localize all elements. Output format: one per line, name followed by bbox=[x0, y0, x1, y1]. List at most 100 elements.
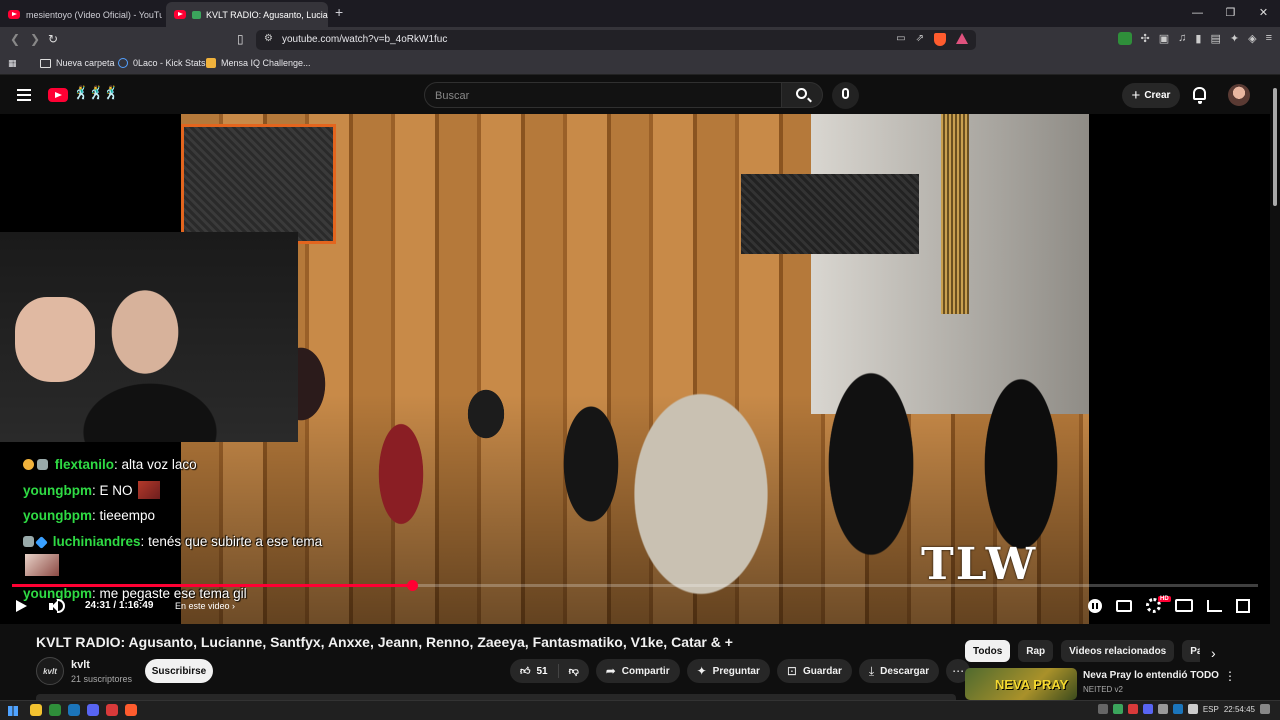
like-dislike-group: 👍︎ 51 👎︎ bbox=[510, 659, 589, 683]
play-icon[interactable] bbox=[16, 600, 27, 612]
forward-icon[interactable]: ❯ bbox=[30, 32, 40, 46]
fullscreen-icon[interactable] bbox=[1236, 598, 1250, 613]
chevron-right-icon[interactable]: › bbox=[1211, 645, 1216, 661]
tray-app-icon[interactable] bbox=[1112, 704, 1123, 714]
browser-menu-icon[interactable]: ≡ bbox=[1266, 32, 1272, 45]
more-vert-icon[interactable]: ⋮ bbox=[1224, 669, 1236, 683]
share-button[interactable]: ➦ Compartir bbox=[595, 659, 680, 683]
channel-name[interactable]: kvlt bbox=[71, 659, 90, 671]
subtitles-icon[interactable] bbox=[1116, 599, 1132, 612]
tab-kvlt-radio[interactable]: KVLT RADIO: Agusanto, Luciar ✕ bbox=[166, 2, 328, 27]
streamer-webcam-overlay bbox=[0, 232, 298, 442]
screen-icon[interactable]: ▭ bbox=[896, 33, 905, 46]
save-button[interactable]: ⊡ Guardar bbox=[776, 659, 852, 683]
thumbs-up-icon: 👍︎ bbox=[520, 666, 531, 677]
notifications-bell-icon[interactable] bbox=[1193, 87, 1206, 104]
minimize-icon[interactable]: — bbox=[1181, 0, 1214, 27]
clock[interactable]: 22:54:45 bbox=[1224, 705, 1255, 714]
progress-scrubber[interactable] bbox=[406, 580, 418, 591]
like-button[interactable]: 👍︎ 51 bbox=[510, 659, 558, 683]
chip-rap[interactable]: Rap bbox=[1018, 640, 1054, 662]
discord-icon[interactable] bbox=[87, 704, 99, 716]
miniplayer-icon[interactable] bbox=[1175, 599, 1193, 612]
tray-app-icon[interactable] bbox=[1172, 704, 1183, 714]
obs-icon[interactable] bbox=[106, 704, 118, 716]
autoplay-toggle-icon[interactable] bbox=[1088, 598, 1102, 613]
music-icon[interactable]: ♫ bbox=[1178, 32, 1186, 45]
window-controls: — ❐ ✕ bbox=[1181, 0, 1280, 27]
save-bookmark-icon: ⊡ bbox=[786, 664, 797, 678]
youtube-favicon-icon bbox=[8, 10, 20, 19]
cast-icon[interactable] bbox=[1207, 599, 1222, 612]
volume-icon[interactable] bbox=[49, 600, 58, 613]
sidebar-icon[interactable]: ▮ bbox=[1195, 32, 1201, 45]
bookmark-mensa[interactable]: Mensa IQ Challenge... bbox=[206, 58, 311, 68]
url-field[interactable]: ⚙ youtube.com/watch?v=b_4oRkW1fuc ▭ ⇗ bbox=[256, 30, 976, 50]
channel-avatar[interactable]: kvlt bbox=[36, 657, 64, 685]
scrollbar-thumb[interactable] bbox=[1273, 88, 1277, 206]
chip-todos[interactable]: Todos bbox=[965, 640, 1011, 662]
mic-tray-icon[interactable] bbox=[1157, 704, 1168, 714]
bookmark-icon[interactable]: ▯ bbox=[237, 32, 244, 46]
youtube-doodle-icon[interactable]: 🕺🕺🕺 bbox=[73, 85, 120, 101]
volume-tray-icon[interactable] bbox=[1187, 704, 1198, 714]
recommended-thumbnail[interactable]: NEVA PRAY bbox=[965, 668, 1077, 700]
voice-search-button[interactable] bbox=[832, 82, 859, 109]
apps-grid-icon[interactable]: ▦ bbox=[8, 58, 17, 69]
progress-bar[interactable] bbox=[12, 580, 1258, 591]
youtube-logo-icon[interactable] bbox=[48, 88, 68, 102]
extension-green-icon[interactable] bbox=[1117, 32, 1132, 45]
tab-title: mesientoyo (Video Oficial) - YouTube bbox=[26, 9, 162, 20]
extension-box-icon[interactable]: ▣ bbox=[1159, 32, 1169, 45]
subscribe-button[interactable]: Suscribirse bbox=[145, 659, 213, 683]
chip-videos-relacionados[interactable]: Videos relacionados bbox=[1061, 640, 1175, 662]
close-window-icon[interactable]: ✕ bbox=[1247, 0, 1280, 27]
extension-puzzle-icon[interactable]: ✣ bbox=[1141, 32, 1150, 45]
wallet-icon[interactable]: ▤ bbox=[1210, 32, 1220, 45]
recommended-channel[interactable]: NEITED v2 bbox=[1083, 685, 1123, 694]
brave-shield-icon[interactable] bbox=[934, 33, 946, 46]
hamburger-menu-icon[interactable] bbox=[17, 89, 31, 104]
share-icon[interactable]: ⇗ bbox=[916, 33, 924, 46]
user-avatar[interactable] bbox=[1228, 84, 1250, 106]
ask-button[interactable]: ✦ Preguntar bbox=[686, 659, 770, 683]
page-scrollbar[interactable] bbox=[1270, 76, 1280, 696]
search-button[interactable] bbox=[781, 82, 823, 108]
language-indicator[interactable]: ESP bbox=[1203, 705, 1219, 714]
url-actions: ▭ ⇗ bbox=[896, 33, 968, 46]
taskbar-apps bbox=[30, 704, 137, 716]
file-explorer-icon[interactable] bbox=[30, 704, 42, 716]
restore-icon[interactable]: ❐ bbox=[1214, 0, 1247, 27]
recommended-title[interactable]: Neva Pray lo entendió TODO bbox=[1083, 670, 1219, 681]
new-tab-button[interactable]: + bbox=[335, 4, 343, 20]
chapter-button[interactable]: En este video › bbox=[175, 601, 235, 611]
tray-app-icon[interactable] bbox=[1097, 704, 1108, 714]
chat-message: youngbpm: E NO bbox=[23, 478, 323, 504]
video-actions: 👍︎ 51 👎︎ ➦ Compartir ✦ Preguntar ⊡ Guard… bbox=[510, 659, 971, 683]
create-button[interactable]: + Crear bbox=[1122, 83, 1180, 108]
tray-app-icon[interactable] bbox=[1142, 704, 1153, 714]
chat-emote-icon bbox=[25, 554, 59, 576]
download-button[interactable]: ⤓ Descargar bbox=[858, 659, 940, 683]
notifications-tray-icon[interactable] bbox=[1260, 704, 1270, 714]
vpn-icon[interactable]: ◈ bbox=[1248, 32, 1256, 45]
steam-icon[interactable] bbox=[68, 704, 80, 716]
tab-mesientoyo[interactable]: mesientoyo (Video Oficial) - YouTube bbox=[0, 2, 162, 27]
windows-taskbar: ESP 22:54:45 bbox=[0, 700, 1280, 720]
dislike-button[interactable]: 👎︎ bbox=[559, 659, 589, 683]
leo-icon[interactable]: ✦ bbox=[1230, 32, 1239, 45]
settings-gear-icon[interactable]: HD bbox=[1146, 596, 1171, 613]
site-info-icon[interactable]: ⚙ bbox=[264, 33, 273, 44]
bookmark-kick-stats[interactable]: 0Laco - Kick Stats bbox=[118, 58, 206, 68]
reload-icon[interactable]: ↻ bbox=[48, 32, 58, 46]
bookmark-nueva-carpeta[interactable]: Nueva carpeta bbox=[40, 58, 115, 68]
video-player[interactable]: TLW flextanilo: alta voz laco youngbpm: … bbox=[0, 114, 1270, 624]
brave-icon[interactable] bbox=[125, 704, 137, 716]
brave-rewards-icon[interactable] bbox=[956, 33, 968, 44]
back-icon[interactable]: ❮ bbox=[10, 32, 20, 46]
search-input[interactable] bbox=[435, 87, 765, 104]
tray-app-icon[interactable] bbox=[1127, 704, 1138, 714]
chip-para-ti[interactable]: Para ti bbox=[1182, 640, 1200, 662]
app-green-icon[interactable] bbox=[49, 704, 61, 716]
windows-start-icon[interactable] bbox=[8, 706, 18, 716]
